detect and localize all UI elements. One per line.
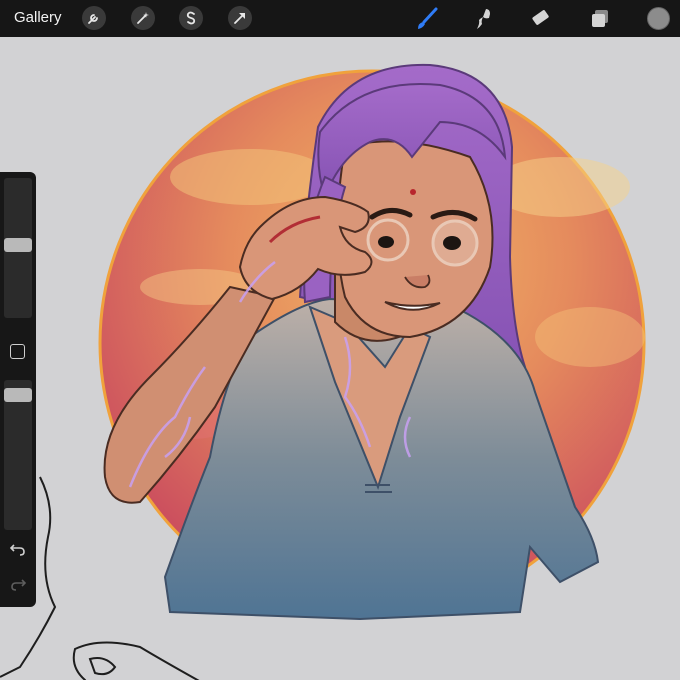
gallery-button[interactable]: Gallery [14,9,62,26]
eraser-icon[interactable] [528,6,554,32]
canvas-artwork[interactable] [0,37,680,680]
opacity-slider[interactable] [4,380,32,530]
brush-icon[interactable] [414,6,440,32]
redo-icon[interactable] [8,575,28,593]
color-swatch[interactable] [647,7,670,30]
wrench-icon[interactable] [82,6,106,30]
modify-button[interactable] [10,344,25,359]
transform-arrow-icon[interactable] [228,6,252,30]
magic-wand-icon[interactable] [131,6,155,30]
selection-s-icon[interactable] [179,6,203,30]
opacity-thumb[interactable] [4,388,32,402]
smudge-icon[interactable] [471,6,497,32]
forehead-mark [410,189,416,195]
layers-icon[interactable] [587,6,613,32]
left-eye [378,236,394,248]
right-eye [443,236,461,250]
brush-size-slider[interactable] [4,178,32,318]
brush-size-thumb[interactable] [4,238,32,252]
top-toolbar: Gallery [0,0,680,37]
undo-icon[interactable] [8,540,28,558]
left-sidebar [0,172,36,607]
